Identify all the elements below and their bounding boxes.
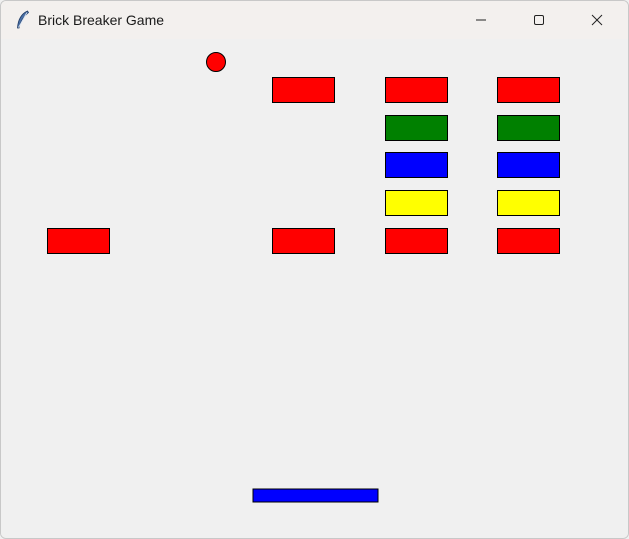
title-bar[interactable]: Brick Breaker Game	[1, 1, 628, 39]
bricks-layer	[47, 77, 560, 254]
brick	[272, 77, 335, 103]
brick	[497, 115, 560, 141]
feather-icon	[15, 10, 31, 30]
maximize-icon	[534, 15, 544, 25]
game-window: Brick Breaker Game	[0, 0, 629, 539]
brick	[385, 228, 448, 254]
window-title: Brick Breaker Game	[38, 12, 165, 28]
game-canvas[interactable]	[1, 39, 628, 538]
brick	[497, 152, 560, 178]
brick	[497, 190, 560, 216]
brick	[385, 152, 448, 178]
brick	[497, 228, 560, 254]
maximize-button[interactable]	[511, 1, 567, 39]
ball	[206, 52, 226, 72]
game-board	[47, 52, 560, 503]
brick	[272, 228, 335, 254]
paddle[interactable]	[252, 488, 379, 503]
brick	[385, 115, 448, 141]
brick	[385, 190, 448, 216]
brick	[497, 77, 560, 103]
brick	[385, 77, 448, 103]
close-button[interactable]	[569, 1, 625, 39]
close-icon	[591, 14, 603, 26]
brick	[47, 228, 110, 254]
minimize-icon	[476, 19, 486, 21]
minimize-button[interactable]	[453, 1, 509, 39]
